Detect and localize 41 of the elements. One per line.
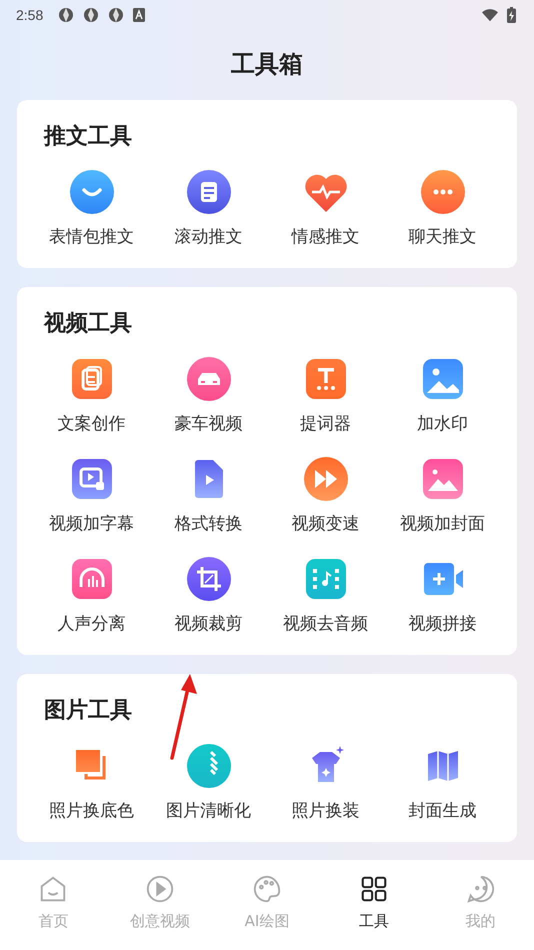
play-icon <box>145 874 176 904</box>
tool-label[interactable]: 视频加字幕 <box>49 513 134 535</box>
tool-label[interactable]: 封面生成 <box>408 800 476 822</box>
tool-label[interactable]: 提词器 <box>300 413 351 435</box>
tool-label[interactable]: 照片换底色 <box>49 800 134 822</box>
nav-tab[interactable]: 工具 <box>320 860 428 950</box>
tool-label[interactable]: 表情包推文 <box>49 226 134 248</box>
notification-icon <box>58 7 74 23</box>
tool-label[interactable]: 格式转换 <box>174 513 242 535</box>
notification-icon <box>108 7 124 23</box>
grid-icon <box>358 874 389 904</box>
tool-label[interactable]: 加水印 <box>417 413 468 435</box>
tool-label[interactable]: 照片换装 <box>292 800 360 822</box>
tool-label[interactable]: 豪车视频 <box>174 413 242 435</box>
chat-bubble-icon[interactable] <box>68 168 116 216</box>
page-title: 工具箱 <box>230 49 304 80</box>
circle-icon[interactable] <box>184 742 232 790</box>
tool-label[interactable]: 视频裁剪 <box>174 613 242 635</box>
tool-label[interactable]: 视频变速 <box>292 513 360 535</box>
chat-icon[interactable] <box>418 168 466 216</box>
tool-label[interactable]: 情感推文 <box>292 226 360 248</box>
tool-label[interactable]: 滚动推文 <box>174 226 242 248</box>
tool-label[interactable]: 图片清晰化 <box>166 800 251 822</box>
fast-forward-icon[interactable] <box>302 455 350 503</box>
keyboard-icon <box>133 8 146 22</box>
tool-label[interactable]: 文案创作 <box>58 413 126 435</box>
crop-icon[interactable] <box>184 555 232 603</box>
wifi-icon <box>482 7 498 23</box>
battery-icon <box>507 7 516 23</box>
section-title: 推文工具 <box>42 123 133 151</box>
tool-label[interactable]: 人声分离 <box>58 613 126 635</box>
section-title: 图片工具 <box>43 697 133 725</box>
status-time: 2:58 <box>16 7 44 23</box>
palette-icon <box>252 874 282 904</box>
document-icon[interactable] <box>184 168 232 216</box>
section-title: 视频工具 <box>42 310 133 338</box>
tool-label[interactable]: 视频拼接 <box>408 613 476 635</box>
notification-icon <box>83 7 100 23</box>
tool-label[interactable]: 视频去音频 <box>283 613 368 635</box>
tool-label[interactable]: 聊天推文 <box>408 226 476 248</box>
tool-label[interactable]: 视频加封面 <box>400 513 485 535</box>
